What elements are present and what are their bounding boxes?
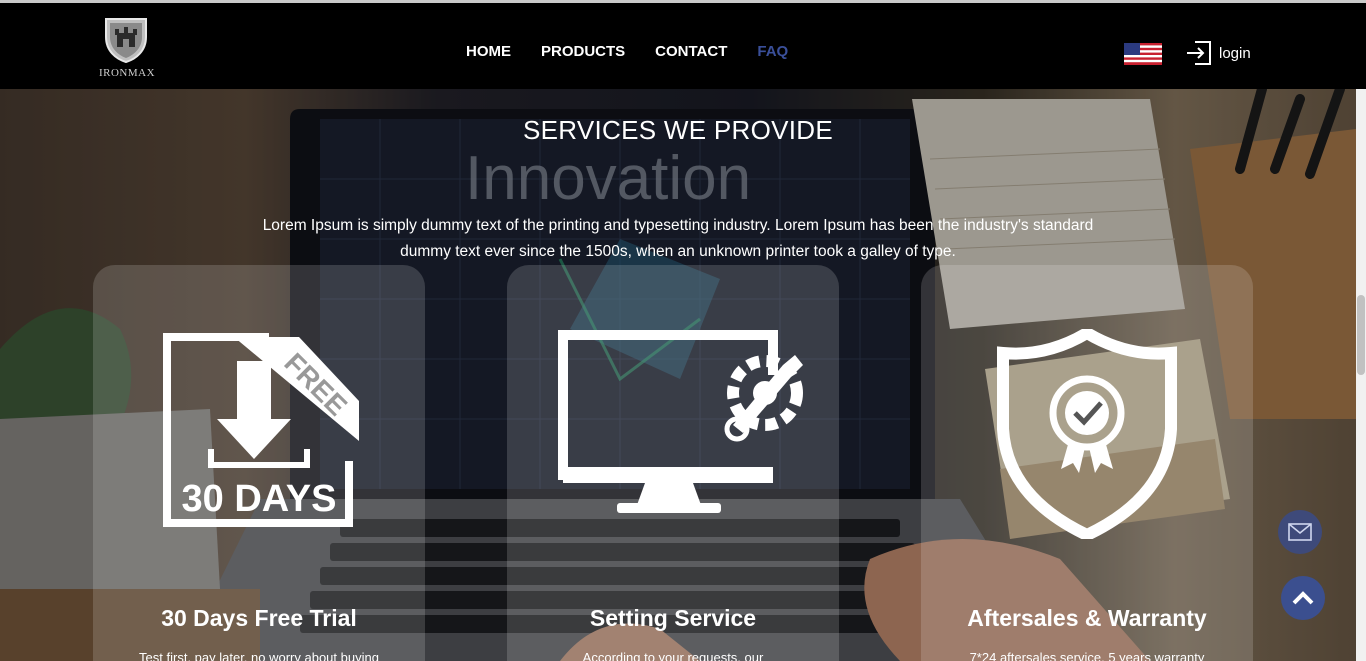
service-card-text: Test first, pay later, no worry about bu… [139,650,379,661]
site-header: IRONMAX HOME PRODUCTS CONTACT FAQ login [0,3,1366,89]
section-description: Lorem Ipsum is simply dummy text of the … [262,217,1094,260]
section-title: SERVICES WE PROVIDE [522,115,834,145]
nav-products[interactable]: PRODUCTS [541,43,625,63]
mail-icon [1288,523,1312,541]
svg-text:30 DAYS: 30 DAYS [182,478,337,520]
login-icon [1187,41,1211,65]
login-label: login [1219,44,1251,62]
nav-home[interactable]: HOME [466,43,511,63]
service-card-free-trial[interactable]: FREE 30 DAYS 30 Days Free Trial Test fir… [93,265,425,661]
service-card-title: Aftersales & Warranty [967,605,1207,631]
nav-faq[interactable]: FAQ [757,43,788,63]
logo-text: IRONMAX [98,67,156,79]
back-to-top-button[interactable] [1281,576,1325,620]
free-30-days-download-icon: FREE 30 DAYS [163,333,359,527]
login-link[interactable]: login [1185,39,1251,67]
services-section: Innovation SERVICES WE PROVIDE Lorem Ips… [0,89,1366,661]
nav-contact[interactable]: CONTACT [655,43,727,63]
service-card-title: 30 Days Free Trial [161,605,357,631]
castle-shield-icon [105,18,147,63]
main-nav: HOME PRODUCTS CONTACT FAQ [466,43,818,63]
service-card-text: 7*24 aftersales service, 5 years warrant… [969,650,1205,661]
service-card-text: According to your requests, our [582,650,764,661]
monitor-settings-icon [558,330,803,513]
us-flag-icon[interactable] [1124,43,1162,65]
mail-button[interactable] [1278,510,1322,554]
logo[interactable]: IRONMAX [95,13,159,83]
shield-award-icon [997,329,1177,539]
chevron-up-icon [1292,591,1314,605]
service-card-warranty[interactable]: Aftersales & Warranty 7*24 aftersales se… [921,265,1253,661]
page-scrollbar[interactable] [1356,89,1366,661]
service-card-title: Setting Service [589,605,757,631]
service-card-setting[interactable]: Setting Service According to your reques… [507,265,839,661]
scrollbar-thumb[interactable] [1357,295,1365,375]
